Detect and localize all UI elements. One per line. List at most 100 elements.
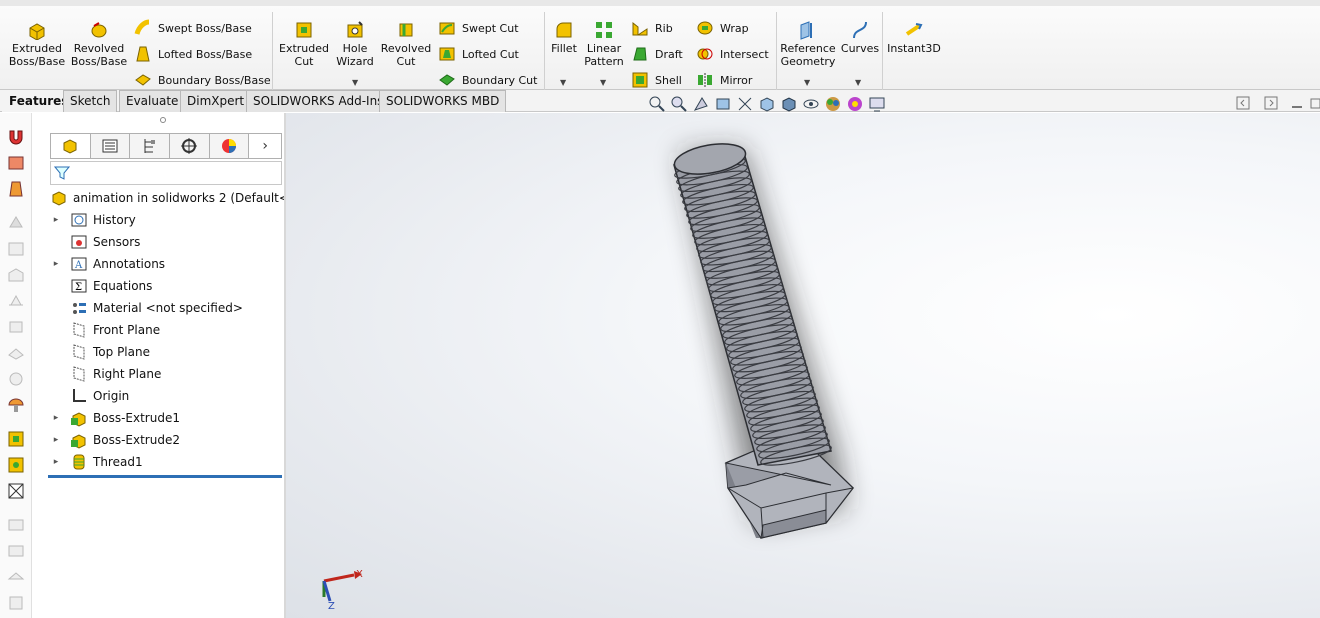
extruded-boss-button[interactable]: Extruded Boss/Base [8, 20, 66, 68]
graphics-area[interactable]: X Z [286, 113, 1320, 618]
expand-arrow-icon[interactable]: ▸ [50, 435, 62, 445]
previous-view-icon[interactable] [692, 95, 710, 113]
hole-wizard-label: Hole Wizard [336, 42, 374, 68]
tab-dimxpert-manager[interactable] [169, 134, 210, 158]
tab-sketch[interactable]: Sketch [63, 90, 118, 112]
revolved-cut-shortcut-icon[interactable] [6, 455, 26, 475]
hole-wizard-button[interactable]: Hole Wizard [332, 20, 378, 68]
tree-filter-field[interactable] [50, 161, 282, 185]
tab-solidworks-add-ins[interactable]: SOLIDWORKS Add-Ins [246, 90, 391, 112]
boundary-boss-label: Boundary Boss/Base [158, 73, 271, 87]
tree-item-origin[interactable]: Origin [46, 385, 284, 407]
collapse-left-icon[interactable] [1236, 96, 1250, 110]
thread-feature-icon [73, 454, 85, 470]
tab-feature-manager[interactable] [51, 134, 91, 158]
zoom-to-fit-icon[interactable] [648, 95, 666, 113]
fillet-dropdown-icon[interactable]: ▼ [560, 78, 566, 87]
apply-scene-icon[interactable] [846, 95, 864, 113]
mirror-button[interactable]: Mirror [696, 71, 752, 89]
linear-pattern-button[interactable]: Linear Pattern [584, 20, 624, 68]
dynamic-annotation-icon[interactable] [736, 95, 754, 113]
tab-solidworks-mbd[interactable]: SOLIDWORKS MBD [379, 90, 507, 112]
tree-item-boss-extrude2[interactable]: ▸ Boss-Extrude2 [46, 429, 284, 451]
tree-item-top-plane[interactable]: Top Plane [46, 341, 284, 363]
tab-evaluate[interactable]: Evaluate [119, 90, 186, 112]
pattern-shortcut-icon[interactable] [6, 481, 26, 501]
linear-pattern-dropdown-icon[interactable]: ▼ [600, 78, 606, 87]
minimize-window-icon[interactable] [1290, 96, 1304, 110]
display-manager-icon [221, 139, 236, 153]
intersect-button[interactable]: Intersect [696, 45, 769, 63]
reference-geometry-dropdown-icon[interactable]: ▼ [804, 78, 810, 87]
magnet-icon[interactable] [6, 127, 26, 147]
expand-arrow-icon[interactable]: ▸ [50, 259, 62, 269]
tree-item-annotations[interactable]: ▸ A Annotations [46, 253, 284, 275]
swept-boss-button[interactable]: Swept Boss/Base [134, 19, 252, 37]
boundary-cut-button[interactable]: Boundary Cut [438, 71, 537, 89]
reference-geometry-button[interactable]: Reference Geometry [780, 20, 836, 68]
tree-item-equations[interactable]: Σ Equations [46, 275, 284, 297]
swept-cut-button[interactable]: Swept Cut [438, 19, 519, 37]
disabled-tool-icon [8, 348, 24, 360]
tab-property-manager[interactable] [90, 134, 131, 158]
plane-icon [73, 366, 85, 382]
tree-item-material-not-specified[interactable]: Material <not specified> [46, 297, 284, 319]
revolved-boss-button[interactable]: Revolved Boss/Base [70, 20, 128, 68]
revolved-cut-button[interactable]: Revolved Cut [380, 20, 432, 68]
zoom-to-area-icon[interactable] [670, 95, 688, 113]
expand-arrow-icon[interactable]: ▸ [50, 215, 62, 225]
tab-display-manager[interactable] [209, 134, 250, 158]
instant3d-button[interactable]: Instant3D [886, 20, 942, 55]
tab-dimxpert[interactable]: DimXpert [180, 90, 252, 112]
boundary-boss-button[interactable]: Boundary Boss/Base [134, 71, 271, 89]
tree-item-thread1[interactable]: ▸ Thread1 [46, 451, 284, 473]
section-view-icon[interactable] [714, 95, 732, 113]
rollback-bar[interactable] [48, 475, 282, 478]
tree-item-history[interactable]: ▸ History [46, 209, 284, 231]
tree-item-front-plane[interactable]: Front Plane [46, 319, 284, 341]
rib-label: Rib [655, 21, 673, 35]
tree-item-label: Equations [93, 279, 153, 293]
revolved-cut-icon [399, 23, 413, 37]
bolt-model[interactable] [672, 139, 855, 539]
curves-dropdown-icon[interactable]: ▼ [855, 78, 861, 87]
tree-item-right-plane[interactable]: Right Plane [46, 363, 284, 385]
tree-item-boss-extrude1[interactable]: ▸ Boss-Extrude1 [46, 407, 284, 429]
edit-appearance-icon[interactable] [824, 95, 842, 113]
lofted-boss-button[interactable]: Lofted Boss/Base [134, 45, 252, 63]
extruded-cut-button[interactable]: Extruded Cut [278, 20, 330, 68]
draft-button[interactable]: Draft [631, 45, 683, 63]
view-settings-icon[interactable] [868, 95, 886, 113]
tree-item-sensors[interactable]: Sensors [46, 231, 284, 253]
rib-icon [632, 21, 648, 36]
rib-button[interactable]: Rib [631, 19, 673, 37]
extruded-boss-icon [29, 23, 45, 40]
wrap-button[interactable]: Wrap [696, 19, 749, 37]
hole-wizard-dropdown-icon[interactable]: ▼ [352, 78, 358, 87]
lofted-cut-button[interactable]: Lofted Cut [438, 45, 519, 63]
panel-tabs-more-button[interactable]: › [249, 134, 281, 158]
panel-grip-icon[interactable] [160, 117, 166, 123]
swept-boss-label: Swept Boss/Base [158, 21, 252, 35]
tab-configuration-manager[interactable] [130, 134, 170, 158]
display-style-icon[interactable] [780, 95, 798, 113]
mushroom-tool-icon[interactable] [6, 395, 26, 415]
boss-shortcut-icon[interactable] [6, 153, 26, 173]
hide-show-items-icon[interactable] [802, 95, 820, 113]
restore-window-icon[interactable] [1310, 96, 1320, 110]
shortcut-toolbar [0, 113, 32, 618]
extruded-cut-shortcut-icon[interactable] [6, 429, 26, 449]
extrude-shortcut-icon[interactable] [6, 179, 26, 199]
svg-text:A: A [74, 260, 83, 271]
view-orientation-icon[interactable] [758, 95, 776, 113]
curves-button[interactable]: Curves [840, 20, 880, 55]
expand-arrow-icon[interactable]: ▸ [50, 413, 62, 423]
collapse-right-icon[interactable] [1264, 96, 1278, 110]
plane-icon [73, 322, 85, 338]
expand-arrow-icon[interactable]: ▸ [50, 457, 62, 467]
panel-tabs: › [50, 133, 282, 159]
shell-button[interactable]: Shell [631, 71, 682, 89]
fillet-button[interactable]: Fillet [548, 20, 580, 55]
tree-root-part[interactable]: animation in solidworks 2 (Default<<De [46, 187, 316, 209]
filter-icon [54, 166, 70, 180]
